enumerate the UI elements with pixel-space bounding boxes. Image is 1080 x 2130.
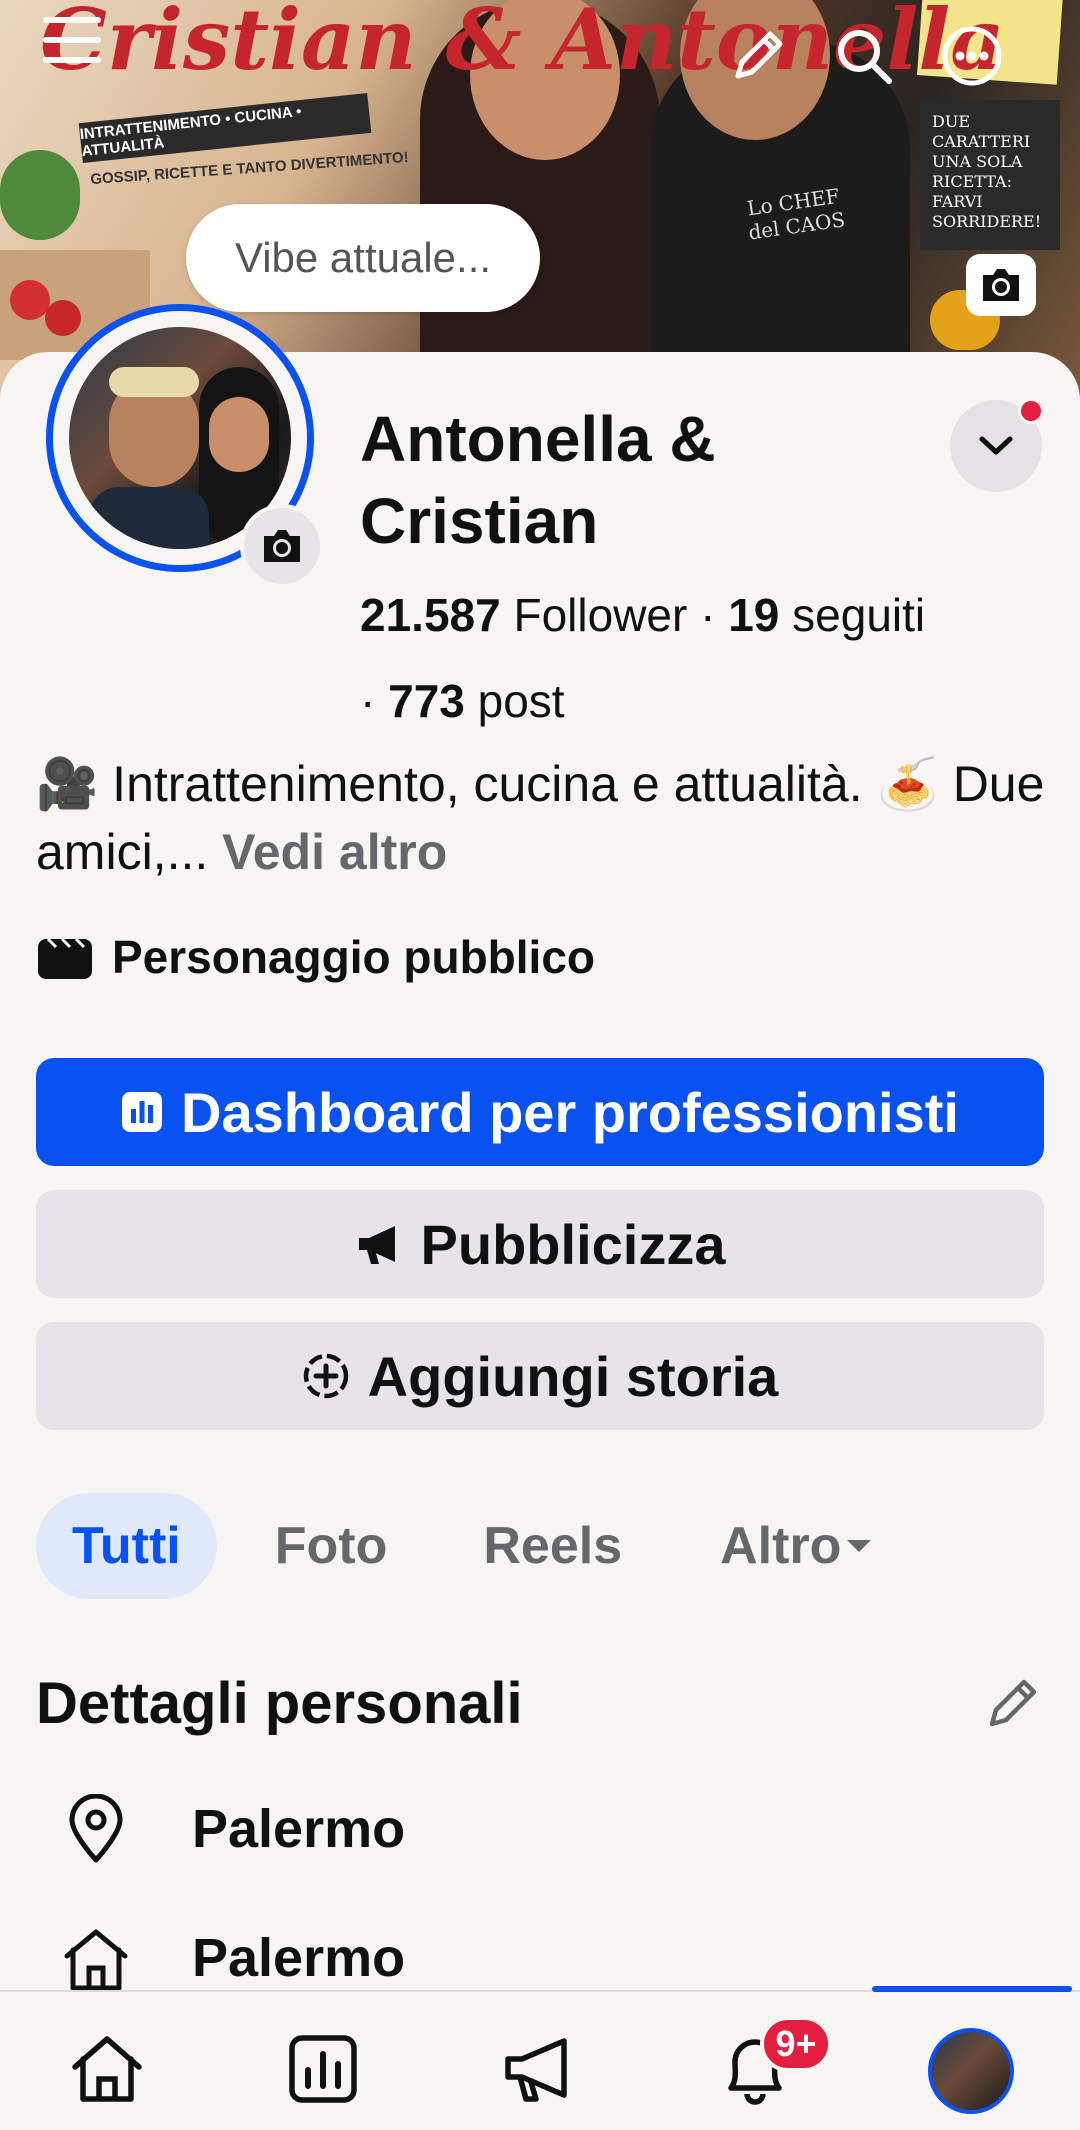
promote-button-label: Pubblicizza [420, 1212, 726, 1276]
separator-dot: · [360, 675, 389, 727]
cover-tomato [10, 280, 50, 320]
professional-dashboard-button[interactable]: Dashboard per professionisti [36, 1058, 1044, 1166]
following-stat[interactable]: 19 seguiti [728, 589, 925, 641]
posts-count: 773 [388, 675, 465, 727]
cover-tomato [45, 300, 81, 336]
tab-label: Foto [274, 1517, 388, 1575]
nav-ads-megaphone-icon[interactable] [496, 2026, 582, 2112]
search-icon[interactable] [828, 20, 900, 92]
cover-plant [0, 150, 80, 240]
location-pin-icon [69, 1794, 123, 1863]
nav-profile-avatar[interactable] [928, 2028, 1014, 2114]
category-label: Personaggio pubblico [112, 931, 596, 983]
detail-row-home: Palermo [58, 1926, 405, 1990]
more-options-icon[interactable] [936, 20, 1008, 92]
personal-details-title: Dettagli personali [36, 1671, 523, 1736]
notifications-badge: 9+ [760, 2016, 832, 2072]
profile-bio: 🎥 Intrattenimento, cucina e attualità. 🍝… [36, 750, 1056, 886]
clapperboard-icon [38, 937, 92, 979]
detail-row-location: Palermo [58, 1794, 405, 1864]
separator-dot: · [700, 589, 729, 641]
home-icon [64, 1929, 128, 1990]
following-label: seguiti [792, 589, 926, 641]
tab-altro[interactable]: Altro [684, 1493, 909, 1599]
edit-icon[interactable] [722, 20, 794, 92]
edit-details-pencil-icon[interactable] [986, 1676, 1040, 1735]
tab-label: Altro [720, 1517, 842, 1575]
active-tab-indicator [872, 1986, 1072, 1992]
nav-home-icon[interactable] [64, 2026, 150, 2112]
tab-label: Reels [483, 1517, 623, 1575]
spaghetti-emoji: 🍝 [876, 756, 939, 812]
nav-dashboard-icon[interactable] [280, 2026, 366, 2112]
add-story-icon [303, 1353, 348, 1399]
following-count: 19 [728, 589, 780, 641]
tab-foto[interactable]: Foto [239, 1493, 424, 1599]
profile-category: Personaggio pubblico [36, 930, 595, 984]
posts-stat: 773 post [388, 675, 564, 727]
cover-chalkboard: DUE CARATTERI UNA SOLA RICETTA: FARVI SO… [920, 100, 1060, 250]
tab-reels[interactable]: Reels [447, 1493, 658, 1599]
notification-dot [1018, 398, 1044, 424]
bio-text: Intrattenimento, cucina e attualità. [112, 756, 863, 812]
menu-icon[interactable] [36, 4, 108, 76]
followers-stat[interactable]: 21.587 Follower [360, 589, 687, 641]
chevron-down-icon [979, 436, 1013, 455]
followers-count: 21.587 [360, 589, 501, 641]
detail-text: Palermo [192, 1799, 406, 1859]
content-filter-tabs: Tutti Foto Reels Altro [36, 1492, 909, 1600]
add-story-button[interactable]: Aggiungi storia [36, 1322, 1044, 1430]
posts-label: post [477, 675, 565, 727]
tab-label: Tutti [72, 1517, 181, 1575]
dashboard-button-label: Dashboard per professionisti [181, 1080, 959, 1144]
tab-tutti[interactable]: Tutti [36, 1493, 217, 1599]
cover-banner: INTRATTENIMENTO • CUCINA • ATTUALITÀ [78, 92, 372, 164]
promote-button[interactable]: Pubblicizza [36, 1190, 1044, 1298]
edit-avatar-camera-icon[interactable] [240, 504, 324, 588]
profile-name: Antonella & Cristian [360, 403, 716, 557]
detail-text: Palermo [192, 1928, 406, 1988]
profile-stats: 21.587 Follower · 19 seguiti · 773 post [360, 572, 1060, 744]
see-more-link[interactable]: Vedi altro [222, 824, 447, 880]
add-story-button-label: Aggiungi storia [367, 1344, 779, 1408]
megaphone-icon [358, 1226, 395, 1264]
caret-down-icon [847, 1540, 872, 1552]
vibe-status-bubble[interactable]: Vibe attuale... [186, 204, 540, 312]
dashboard-chart-icon [122, 1092, 163, 1132]
movie-camera-emoji: 🎥 [36, 756, 99, 812]
edit-cover-camera-icon[interactable] [966, 254, 1036, 316]
followers-label: Follower [513, 589, 688, 641]
